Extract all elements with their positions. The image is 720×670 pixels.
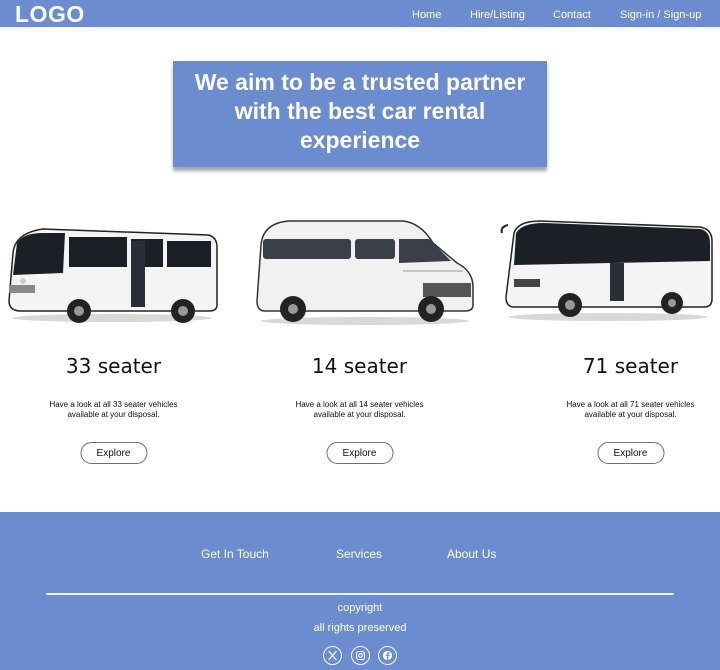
top-navbar: LOGO Home Hire/Listing Contact Sign-in /… — [0, 0, 720, 27]
footer-link-get-in-touch[interactable]: Get In Touch — [201, 547, 269, 561]
nav-home[interactable]: Home — [412, 0, 441, 27]
nav-sign-in[interactable]: Sign-in / Sign-up — [620, 0, 701, 27]
rights-text: all rights preserved — [313, 622, 407, 634]
footer-divider — [46, 593, 674, 595]
footer-link-services[interactable]: Services — [336, 547, 382, 561]
hero-title: We aim to be a trusted partner with the … — [194, 69, 526, 153]
explore-button-71[interactable]: Explore — [597, 442, 664, 464]
facebook-icon[interactable] — [378, 646, 397, 665]
vehicle-description: Have a look at all 33 seater vehicles av… — [49, 400, 178, 419]
explore-button-33[interactable]: Explore — [80, 442, 147, 464]
vehicle-description: Have a look at all 14 seater vehicles av… — [295, 400, 424, 419]
vehicle-title: 33 seater — [65, 354, 162, 378]
explore-button-14[interactable]: Explore — [326, 442, 393, 464]
vehicle-title: 14 seater — [311, 354, 408, 378]
hero-banner: We aim to be a trusted partner with the … — [173, 61, 547, 167]
nav-contact[interactable]: Contact — [553, 0, 591, 27]
van-icon — [256, 220, 474, 325]
vehicle-card-14: 14 seater Have a look at all 14 seater v… — [237, 205, 482, 475]
logo[interactable]: LOGO — [15, 1, 85, 28]
footer-link-about-us[interactable]: About Us — [447, 547, 496, 561]
vehicle-card-33: 33 seater Have a look at all 33 seater v… — [0, 205, 236, 475]
x-icon[interactable] — [323, 646, 342, 665]
minibus-icon — [8, 228, 218, 323]
vehicle-description: Have a look at all 71 seater vehicles av… — [566, 400, 695, 419]
coach-bus-icon — [500, 220, 713, 321]
vehicle-title: 71 seater — [582, 354, 679, 378]
instagram-icon[interactable] — [351, 646, 370, 665]
footer: Get In Touch Services About Us copyright… — [0, 512, 720, 670]
nav-hire-listing[interactable]: Hire/Listing — [470, 0, 525, 27]
copyright-text: copyright — [337, 602, 383, 614]
vehicle-card-71: 71 seater Have a look at all 71 seater v… — [500, 205, 720, 475]
